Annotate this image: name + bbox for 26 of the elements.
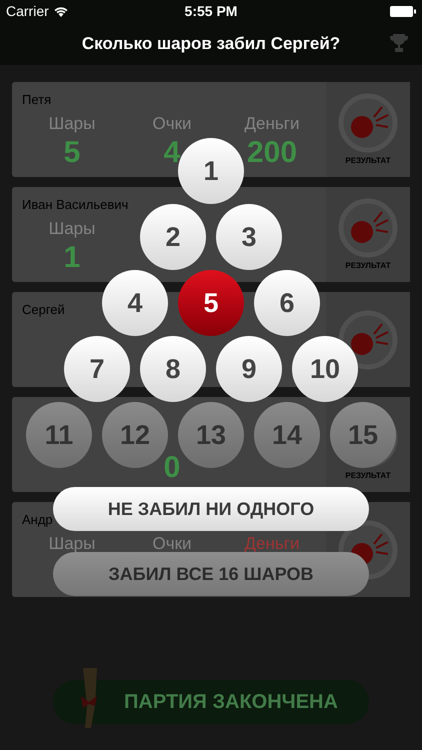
result-label: РЕЗУЛЬТАТ — [345, 154, 391, 166]
stat-value: 5 — [64, 136, 80, 169]
stat-label: Очки — [152, 534, 192, 553]
stat-value: 200 — [246, 136, 298, 169]
status-time: 5:55 PM — [184, 2, 238, 20]
result-label: РЕЗУЛЬТАТ — [345, 470, 391, 482]
stat-value: 4 — [164, 136, 180, 169]
stat-label: Деньги — [244, 534, 300, 553]
finish-game-button[interactable]: ПАРТИЯ ЗАКОНЧЕНА — [53, 680, 369, 724]
result-label: РЕЗУЛЬТАТ — [345, 260, 391, 272]
player-name: Андр — [22, 512, 53, 527]
choice-button[interactable]: НЕ ЗАБИЛ НИ ОДНОГО — [53, 487, 369, 531]
trophy-icon[interactable] — [390, 33, 408, 53]
stat-label: Шары — [48, 534, 96, 553]
player-name: Сергей — [22, 302, 65, 317]
screen-title: Сколько шаров забил Сергей? — [82, 32, 340, 55]
carrier-label: Carrier — [6, 2, 49, 20]
wifi-icon — [54, 6, 68, 16]
stat-value: 1 — [64, 241, 80, 274]
player-name: Петя — [22, 92, 52, 107]
player-name: Иван Васильевич — [22, 197, 128, 212]
stat-label: Шары — [48, 219, 96, 238]
battery-icon — [390, 6, 416, 16]
stat-label: Деньги — [244, 114, 300, 133]
stat-label: Шары — [48, 114, 96, 133]
stat-label: Очки — [152, 114, 192, 133]
